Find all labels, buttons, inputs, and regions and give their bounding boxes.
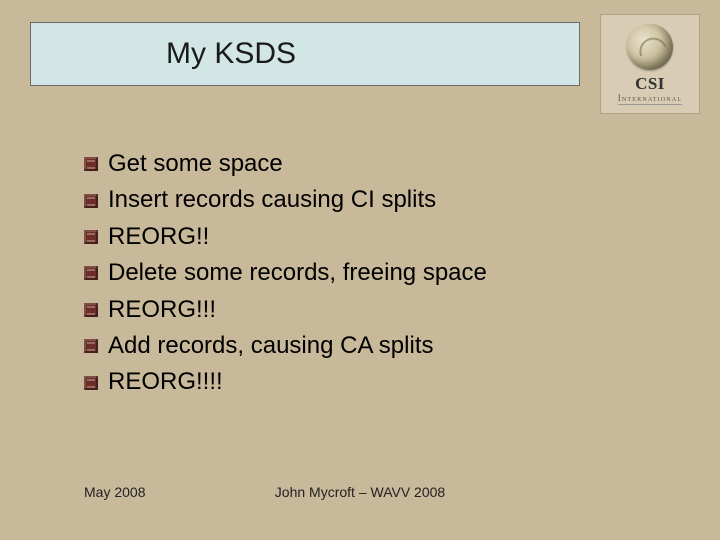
list-item: REORG!! (84, 221, 660, 253)
logo-swirl-icon (627, 24, 673, 70)
bullet-list: Get some space Insert records causing CI… (84, 148, 660, 403)
logo-sub-text: International (618, 93, 683, 105)
footer-date: May 2008 (84, 484, 145, 500)
title-bar: My KSDS (30, 22, 580, 86)
bullet-text: Delete some records, freeing space (108, 257, 487, 289)
logo-main-text: CSI (635, 74, 665, 94)
logo-box: CSI International (600, 14, 700, 114)
bullet-text: REORG!!!! (108, 366, 223, 398)
bullet-text: Insert records causing CI splits (108, 184, 436, 216)
slide: My KSDS CSI International Get some space… (0, 0, 720, 540)
list-item: Insert records causing CI splits (84, 184, 660, 216)
bullet-icon (84, 194, 98, 208)
bullet-icon (84, 376, 98, 390)
bullet-text: REORG!! (108, 221, 209, 253)
bullet-icon (84, 266, 98, 280)
bullet-text: Get some space (108, 148, 283, 180)
list-item: REORG!!!! (84, 366, 660, 398)
bullet-text: REORG!!! (108, 294, 216, 326)
bullet-icon (84, 230, 98, 244)
list-item: REORG!!! (84, 294, 660, 326)
bullet-icon (84, 339, 98, 353)
list-item: Get some space (84, 148, 660, 180)
list-item: Add records, causing CA splits (84, 330, 660, 362)
bullet-icon (84, 157, 98, 171)
bullet-text: Add records, causing CA splits (108, 330, 434, 362)
list-item: Delete some records, freeing space (84, 257, 660, 289)
slide-title: My KSDS (166, 37, 296, 71)
bullet-icon (84, 303, 98, 317)
